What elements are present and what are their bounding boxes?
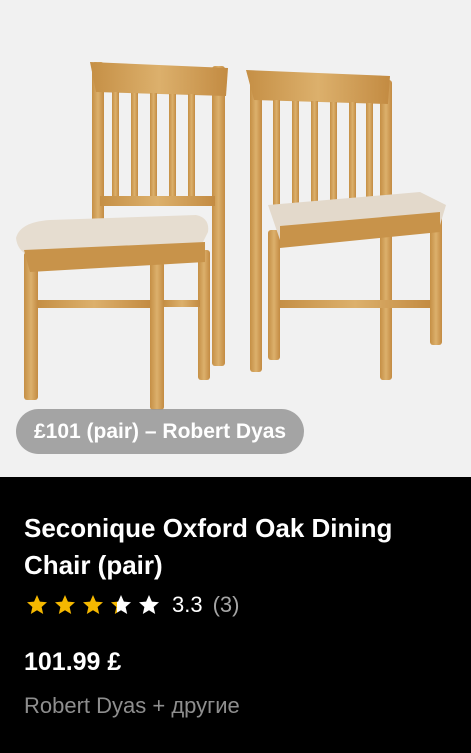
- product-title[interactable]: Seconique Oxford Oak Dining Chair (pair): [24, 510, 424, 584]
- star-empty-icon: [139, 595, 159, 614]
- product-image[interactable]: £101 (pair) – Robert Dyas: [0, 0, 471, 477]
- review-count[interactable]: (3): [213, 592, 240, 618]
- rating-value: 3.3: [172, 592, 203, 617]
- product-info: Seconique Oxford Oak Dining Chair (pair)…: [24, 510, 451, 719]
- star-full-icon: [27, 595, 47, 614]
- star-full-icon: [83, 595, 103, 614]
- star-full-icon: [55, 595, 75, 614]
- star-partial-icon: [111, 595, 131, 614]
- seller-name[interactable]: Robert Dyas + другие: [24, 693, 451, 719]
- product-card[interactable]: £101 (pair) – Robert Dyas Seconique Oxfo…: [0, 0, 471, 753]
- star-rating: [24, 593, 164, 617]
- product-price: 101.99 £: [24, 648, 122, 676]
- rating-row: 3.3 (3): [24, 590, 451, 620]
- chairs-illustration: [16, 62, 446, 410]
- price-tag: £101 (pair) – Robert Dyas: [16, 409, 305, 454]
